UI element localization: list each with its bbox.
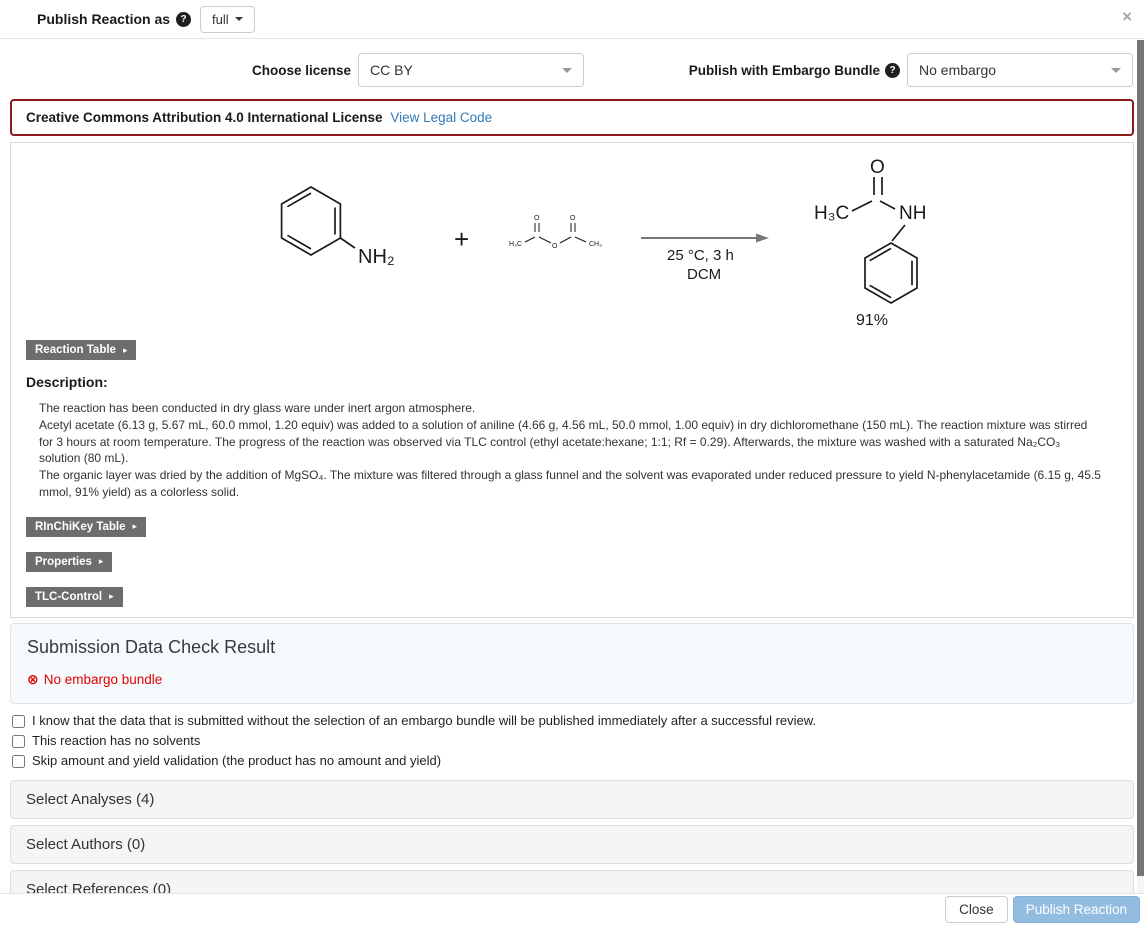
plus-sign: + — [454, 224, 469, 254]
submission-check-status: ⊗ No embargo bundle — [27, 671, 1117, 688]
publish-reaction-button[interactable]: Publish Reaction — [1013, 896, 1140, 923]
embargo-label: Publish with Embargo Bundle ? — [689, 63, 900, 78]
license-banner: Creative Commons Attribution 4.0 Interna… — [10, 99, 1134, 136]
rinchikey-table-toggle-button[interactable]: RInChiKey Table ▸ — [26, 517, 146, 537]
modal-title-text: Publish Reaction as — [37, 11, 170, 27]
amine-label: NH₂ — [358, 246, 395, 268]
license-banner-text: Creative Commons Attribution 4.0 Interna… — [26, 110, 383, 125]
select-analyses-panel: Select Analyses (4) — [10, 780, 1134, 819]
embargo-acknowledge-label: I know that the data that is submitted w… — [32, 713, 816, 728]
description-line: The organic layer was dried by the addit… — [39, 467, 1103, 501]
product-h3c-label: H₃C — [814, 203, 849, 224]
embargo-select[interactable]: No embargo — [907, 53, 1133, 87]
submission-check-title: Submission Data Check Result — [27, 637, 1117, 658]
modal-title: Publish Reaction as ? — [37, 11, 191, 27]
select-authors-panel: Select Authors (0) — [10, 825, 1134, 864]
conditions-line1: 25 °C, 3 h — [667, 247, 734, 264]
expand-right-icon: ▸ — [133, 521, 138, 532]
anhydride-o-right-label: O — [570, 215, 576, 222]
embargo-acknowledge-row: I know that the data that is submitted w… — [12, 713, 1144, 728]
embargo-label-text: Publish with Embargo Bundle — [689, 63, 880, 78]
reaction-arrow — [641, 234, 769, 243]
expand-right-icon: ▸ — [109, 591, 114, 602]
submission-status-text: No embargo bundle — [44, 672, 163, 687]
no-solvents-row: This reaction has no solvents — [12, 733, 1144, 748]
embargo-selected-value: No embargo — [919, 62, 996, 78]
aniline-structure — [282, 187, 355, 255]
publish-scope-value: full — [212, 12, 229, 27]
embargo-acknowledge-checkbox[interactable] — [12, 715, 25, 728]
reaction-panel: NH₂ + H₃C O O O CH₃ 25 °C, 3 h DCM — [10, 142, 1134, 618]
license-label: Choose license — [252, 63, 351, 78]
confirmation-checkbox-list: I know that the data that is submitted w… — [12, 713, 1144, 768]
select-authors-header[interactable]: Select Authors (0) — [11, 826, 1133, 863]
product-structure — [852, 177, 917, 303]
skip-validation-row: Skip amount and yield validation (the pr… — [12, 753, 1144, 768]
expand-right-icon: ▸ — [123, 345, 128, 356]
conditions-line2: DCM — [687, 266, 721, 283]
no-solvents-checkbox[interactable] — [12, 735, 25, 748]
acetic-anhydride-structure — [525, 223, 586, 243]
no-solvents-label: This reaction has no solvents — [32, 733, 200, 748]
description-line: The reaction has been conducted in dry g… — [39, 400, 1103, 417]
anhydride-h3c-label: H₃C — [509, 241, 522, 248]
license-selected-value: CC BY — [370, 62, 413, 78]
tlc-control-toggle-button[interactable]: TLC-Control ▸ — [26, 587, 123, 607]
help-icon[interactable]: ? — [176, 12, 191, 27]
publish-options-row: Choose license CC BY Publish with Embarg… — [0, 39, 1144, 99]
help-icon[interactable]: ? — [885, 63, 900, 78]
properties-toggle-button[interactable]: Properties ▸ — [26, 552, 112, 572]
caret-down-icon — [235, 17, 243, 21]
expand-right-icon: ▸ — [99, 556, 104, 567]
product-o-label: O — [870, 157, 885, 178]
skip-validation-label: Skip amount and yield validation (the pr… — [32, 753, 441, 768]
description-line: Acetyl acetate (6.13 g, 5.67 mL, 60.0 mm… — [39, 417, 1103, 467]
scrollbar-thumb[interactable] — [1137, 40, 1144, 876]
description-heading: Description: — [26, 374, 1133, 390]
caret-down-icon — [562, 68, 572, 73]
select-analyses-header[interactable]: Select Analyses (4) — [11, 781, 1133, 818]
embargo-form-group: Publish with Embargo Bundle ? No embargo — [689, 53, 1133, 87]
license-form-group: Choose license CC BY — [252, 53, 584, 87]
view-legal-code-link[interactable]: View Legal Code — [390, 110, 492, 125]
description-text: The reaction has been conducted in dry g… — [39, 400, 1103, 501]
license-select[interactable]: CC BY — [358, 53, 584, 87]
skip-validation-checkbox[interactable] — [12, 755, 25, 768]
error-circle-icon: ⊗ — [27, 671, 39, 688]
product-yield-label: 91% — [856, 312, 888, 329]
submission-check-panel: Submission Data Check Result ⊗ No embarg… — [10, 623, 1134, 704]
properties-label: Properties — [35, 556, 92, 568]
close-icon[interactable]: × — [1122, 8, 1132, 25]
reaction-scheme: NH₂ + H₃C O O O CH₃ 25 °C, 3 h DCM — [11, 145, 1135, 340]
reaction-table-toggle-button[interactable]: Reaction Table ▸ — [26, 340, 136, 360]
modal-header: Publish Reaction as ? full × — [0, 0, 1144, 39]
anhydride-o-left-label: O — [534, 215, 540, 222]
product-nh-label: NH — [899, 203, 926, 224]
reaction-table-label: Reaction Table — [35, 344, 116, 356]
scrollbar-track[interactable] — [1137, 40, 1144, 893]
publish-scope-dropdown[interactable]: full — [200, 6, 255, 33]
anhydride-o-center-label: O — [552, 243, 558, 250]
rinchikey-table-label: RInChiKey Table — [35, 521, 126, 533]
close-button[interactable]: Close — [945, 896, 1008, 923]
modal-footer: Close Publish Reaction — [0, 893, 1144, 928]
anhydride-ch3-label: CH₃ — [589, 241, 602, 248]
tlc-control-label: TLC-Control — [35, 591, 102, 603]
caret-down-icon — [1111, 68, 1121, 73]
